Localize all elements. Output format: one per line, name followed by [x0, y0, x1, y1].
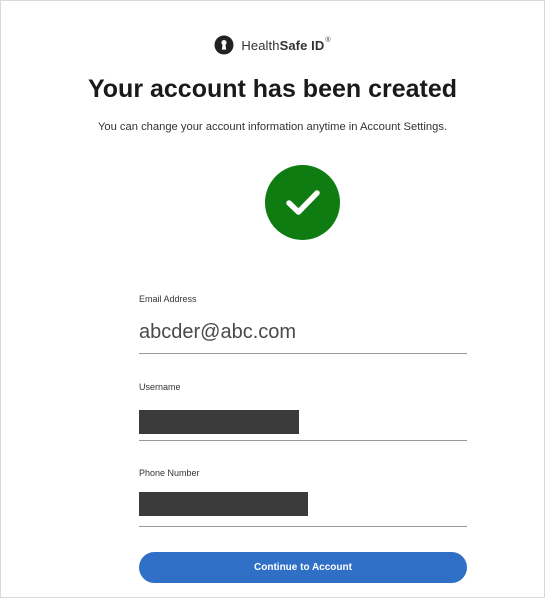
- page-title: Your account has been created: [87, 75, 458, 103]
- brand-logo: HealthSafe ID®: [1, 34, 544, 56]
- continue-to-account-button[interactable]: Continue to Account: [139, 552, 467, 583]
- username-label: Username: [139, 382, 181, 392]
- success-check-icon: [265, 165, 340, 240]
- checkmark-icon: [285, 189, 320, 215]
- page-subtitle: You can change your account information …: [97, 121, 448, 133]
- phone-redacted-value: [139, 492, 308, 516]
- page-frame: HealthSafe ID® Your account has been cre…: [0, 0, 545, 598]
- email-label: Email Address: [139, 294, 197, 304]
- username-underline: [139, 440, 467, 441]
- phone-underline: [139, 526, 467, 527]
- email-value: abcder@abc.com: [139, 321, 297, 343]
- phone-label: Phone Number: [139, 468, 200, 478]
- shield-keyhole-icon: [214, 35, 234, 55]
- email-underline: [139, 353, 467, 354]
- username-redacted-value: [139, 410, 299, 434]
- brand-name: HealthSafe ID®: [241, 36, 331, 53]
